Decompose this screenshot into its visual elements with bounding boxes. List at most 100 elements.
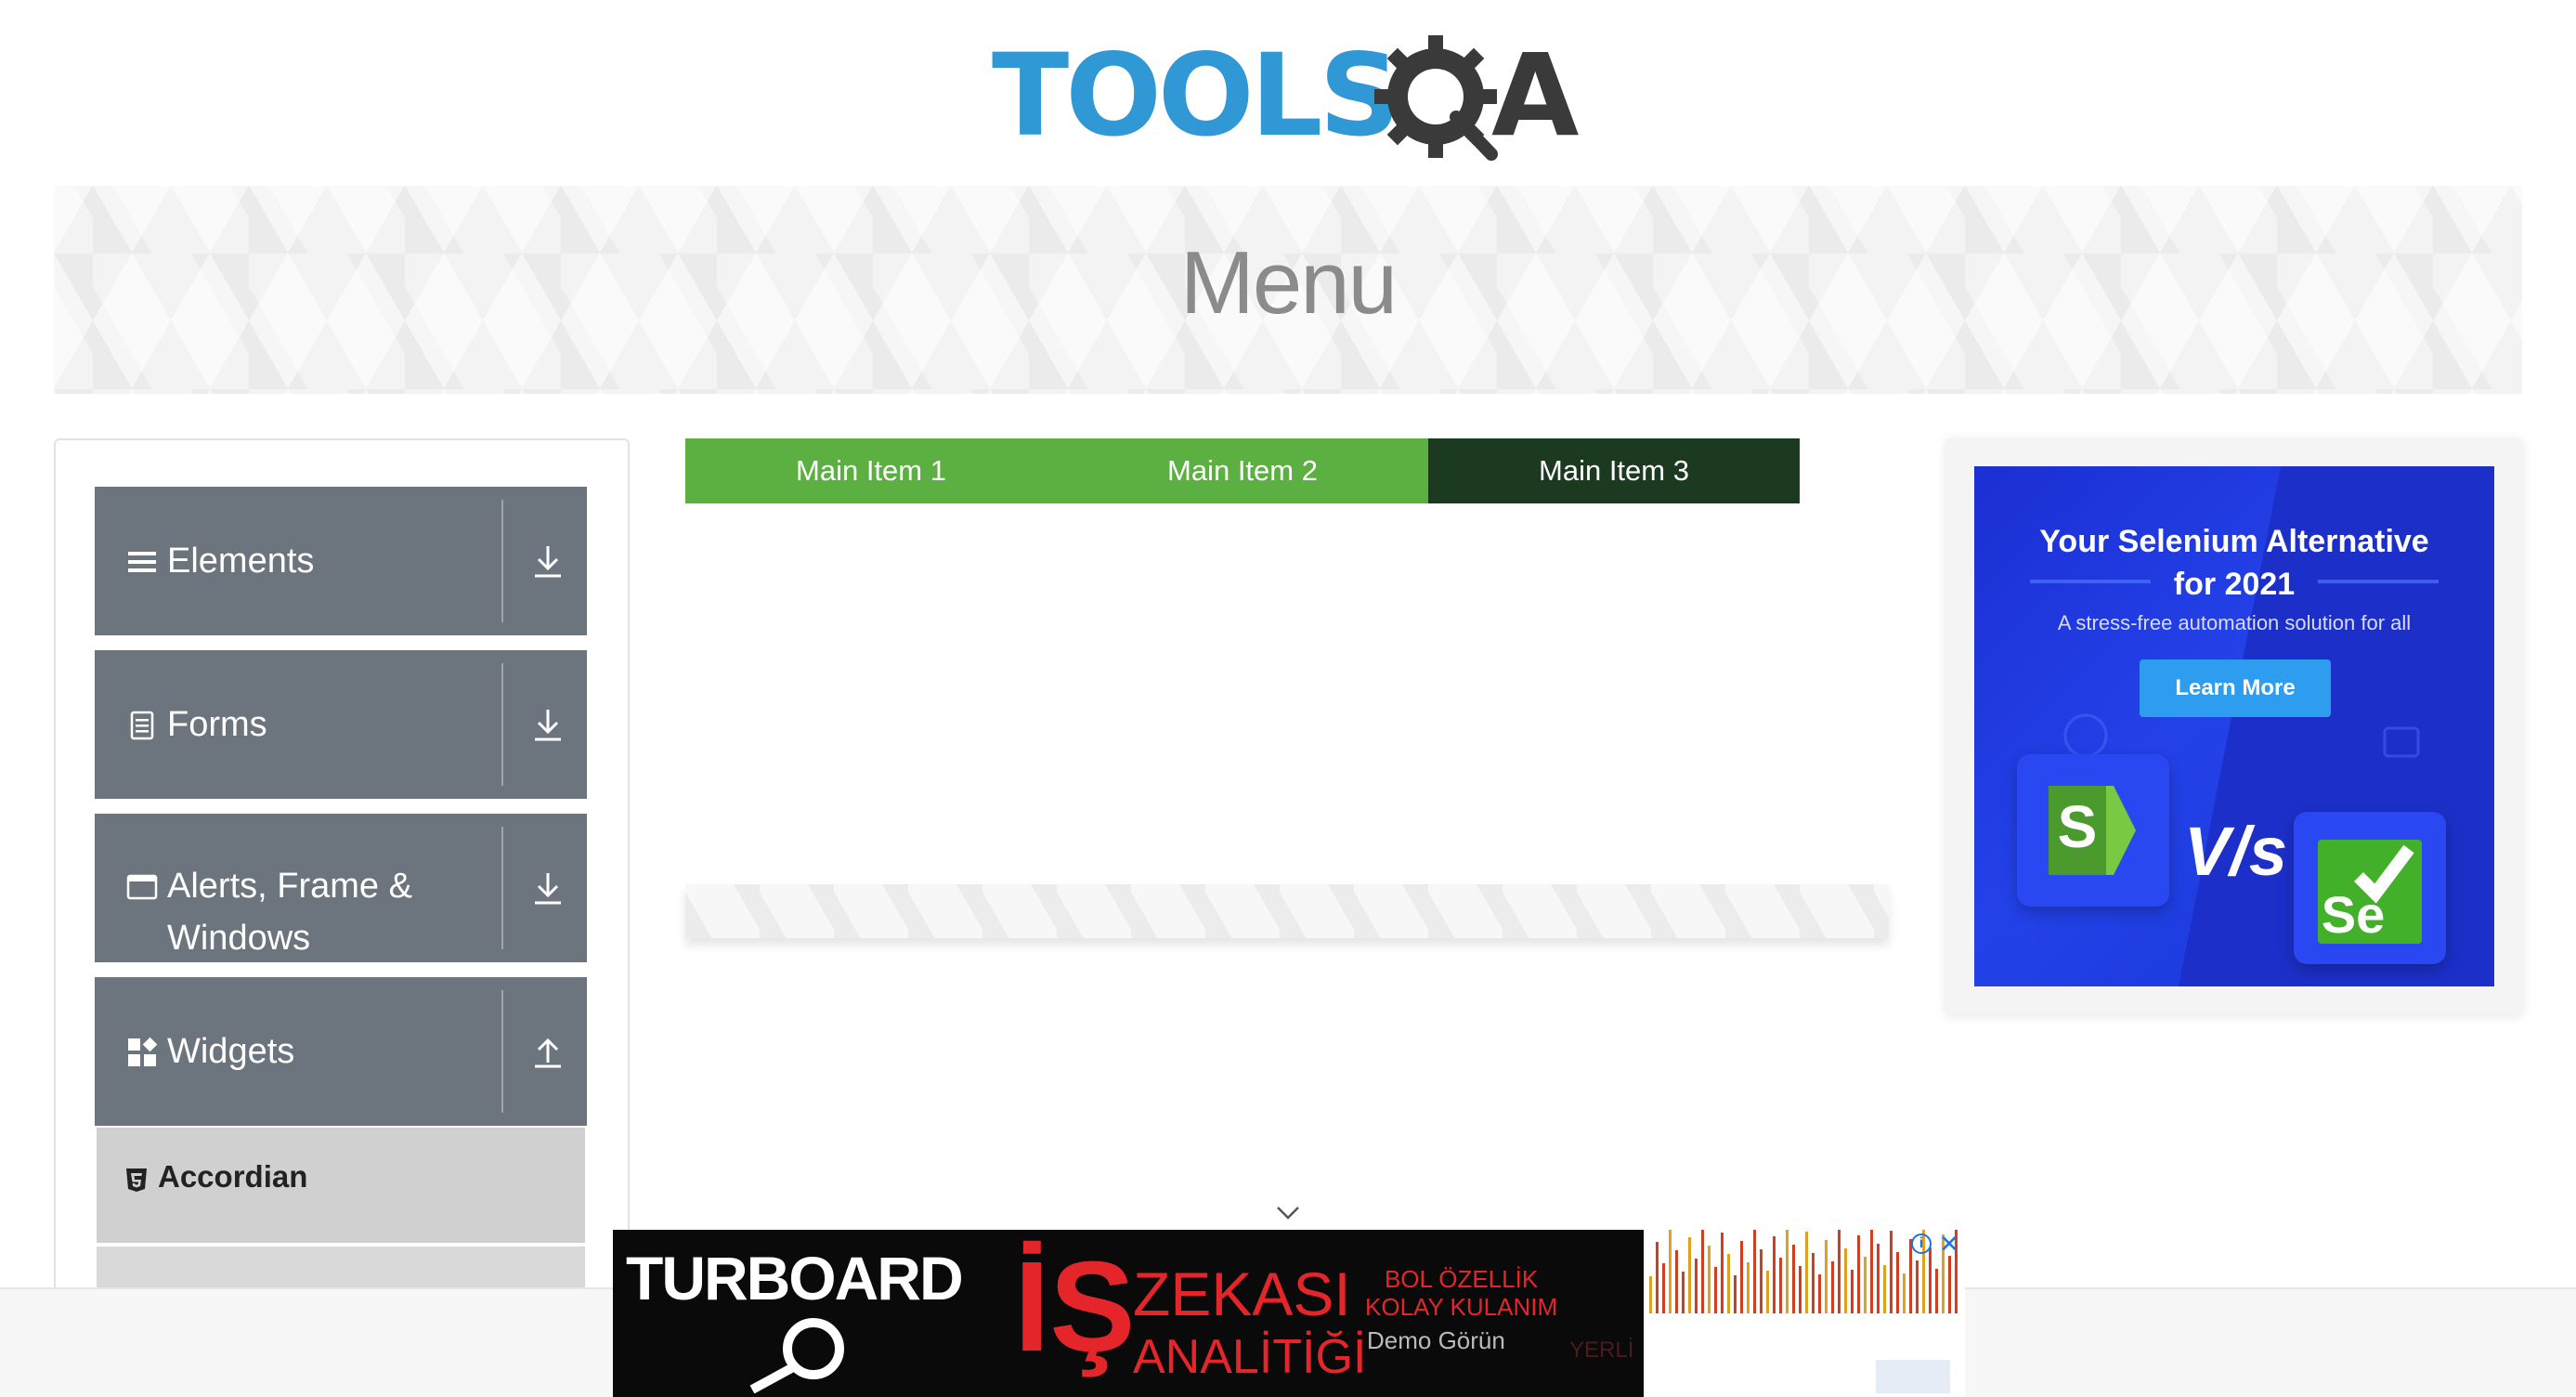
selenium-alternative-ad[interactable]: Your Selenium Alternative for 2021 A str…	[1974, 466, 2494, 986]
turboard-ad[interactable]: TURBOARD İŞ ZEKASI ANALİTİĞİ BOL ÖZELLİK…	[613, 1230, 1965, 1397]
ad-thumbnail-bar	[1948, 1256, 1951, 1313]
katalon-logo-tile: S	[2017, 754, 2169, 907]
document-icon	[130, 711, 154, 740]
divider	[501, 827, 503, 949]
menu-item-2[interactable]: Main Item 2	[1057, 438, 1428, 503]
ad-thumbnail-bar	[1773, 1236, 1776, 1313]
ad-headline-line1: Your Selenium Alternative	[2039, 524, 2429, 559]
ad-thumbnail-bar	[1896, 1252, 1899, 1313]
upload-arrow-icon[interactable]	[527, 1031, 568, 1072]
ad-thumbnail-bar	[1656, 1242, 1659, 1313]
ad-brand: TURBOARD	[626, 1244, 964, 1312]
ad-bar-chart-image	[1649, 1230, 1958, 1393]
ad-chart-thumbnail	[1644, 1230, 1965, 1397]
ad-subtitle: A stress-free automation solution for al…	[2057, 611, 2412, 634]
ad-thumbnail-bar	[1883, 1265, 1886, 1313]
sidebar-item-label: Accordian	[158, 1159, 308, 1194]
ad-thumbnail-bar	[1812, 1253, 1815, 1313]
download-arrow-icon[interactable]	[527, 704, 568, 745]
ad-thumbnail-bar	[1662, 1263, 1665, 1313]
ad-thumbnail-bar	[1799, 1266, 1802, 1313]
ad-thumbnail-bar	[1721, 1233, 1724, 1313]
ad-thumbnail-bar	[1909, 1239, 1912, 1313]
html5-icon	[126, 1169, 147, 1192]
widgets-icon	[128, 1037, 158, 1066]
toolsqa-logo[interactable]: TOOLS A	[992, 26, 1592, 171]
ad-headline: Your Selenium Alternative for 2021	[1974, 520, 2494, 606]
ad-thumbnail-bar	[1766, 1271, 1769, 1313]
left-sidebar: Elements Forms Alerts, Frame & Windows W…	[54, 438, 630, 1293]
sidebar-group-alerts[interactable]: Alerts, Frame & Windows	[95, 814, 587, 962]
sidebar-group-label: Elements	[167, 542, 315, 581]
ad-thumbnail-bar	[1929, 1247, 1932, 1313]
versus-label: V/s	[2184, 813, 2288, 890]
learn-more-button[interactable]: Learn More	[2140, 659, 2331, 717]
ad-thumbnail-bar	[1805, 1232, 1808, 1313]
selenium-logo-icon: Se	[2318, 840, 2422, 944]
sidebar-group-label: Forms	[167, 705, 267, 744]
divider	[501, 990, 503, 1113]
ad-demo-link[interactable]: Demo Görün	[1367, 1326, 1505, 1355]
ad-features: BOL ÖZELLİK KOLAY KULANIM	[1365, 1265, 1557, 1321]
ad-thumbnail-bar	[1786, 1230, 1789, 1313]
ad-thumbnail-bar	[1864, 1257, 1867, 1313]
ad-analitigi: ANALİTİĞİ	[1133, 1330, 1367, 1384]
ad-thumbnail-bar	[1708, 1246, 1711, 1313]
ad-feature-1: BOL ÖZELLİK	[1384, 1265, 1539, 1293]
ad-thumbnail-bar	[1675, 1250, 1678, 1313]
ad-thumbnail-bar	[1831, 1261, 1834, 1313]
ad-thumbnail-bar	[1649, 1276, 1652, 1313]
sidebar-group-label: Widgets	[167, 1032, 295, 1071]
ad-thumbnail-bar	[1714, 1267, 1717, 1313]
sidebar-group-elements[interactable]: Elements	[95, 487, 587, 635]
sidebar-item-next[interactable]	[97, 1247, 585, 1293]
ad-zekasi-block: ZEKASI ANALİTİĞİ	[1133, 1263, 1367, 1386]
ad-thumbnail-bar	[1851, 1270, 1854, 1313]
hamburger-icon	[128, 552, 156, 572]
ad-thumbnail-bar	[1682, 1272, 1685, 1313]
ad-feature-2: KOLAY KULANIM	[1365, 1293, 1558, 1321]
sidebar-group-widgets[interactable]: Widgets	[95, 977, 587, 1126]
ad-thumbnail-bar	[1792, 1245, 1795, 1313]
ad-thumbnail-bar	[1695, 1259, 1698, 1313]
ad-zekasi: ZEKASI	[1133, 1260, 1351, 1328]
chevron-down-icon[interactable]	[1274, 1198, 1302, 1226]
ad-close-icon[interactable]: ✕	[1937, 1232, 1961, 1256]
download-arrow-icon[interactable]	[527, 541, 568, 581]
ad-is-word: İŞ	[1014, 1235, 1136, 1378]
ad-thumbnail-bar	[1747, 1262, 1750, 1313]
menu-item-3[interactable]: Main Item 3	[1428, 438, 1800, 503]
ad-thumbnail-bar	[1740, 1241, 1743, 1313]
divider	[501, 500, 503, 622]
page-title: Menu	[1179, 233, 1398, 333]
magnifier-icon	[749, 1318, 844, 1393]
ad-thumbnail-bar	[1688, 1237, 1691, 1313]
ad-thumbnail-bar	[1818, 1274, 1821, 1313]
ad-thumbnail-bar	[1753, 1230, 1756, 1313]
content-footer-strip	[685, 884, 1889, 938]
ad-thumbnail-bar	[1916, 1260, 1919, 1313]
divider	[501, 663, 503, 786]
window-icon	[126, 874, 158, 900]
right-ad-frame: Your Selenium Alternative for 2021 A str…	[1946, 438, 2522, 1014]
ad-thumbnail-panel	[1876, 1360, 1950, 1393]
ad-info-icon[interactable]: i	[1911, 1234, 1932, 1254]
ad-thumbnail-bar	[1844, 1248, 1847, 1313]
ad-thumbnail-bar	[1701, 1230, 1704, 1313]
logo-letter: A	[1491, 30, 1580, 162]
sidebar-item-accordian[interactable]: Accordian	[97, 1128, 585, 1243]
ad-thumbnail-bar	[1935, 1269, 1938, 1313]
ad-thumbnail-bar	[1760, 1249, 1763, 1313]
katalon-logo-icon: S	[2049, 786, 2136, 875]
download-arrow-icon[interactable]	[527, 868, 568, 908]
sidebar-group-label: Alerts, Frame &	[167, 867, 412, 906]
menu-item-1[interactable]: Main Item 1	[685, 438, 1057, 503]
logo-word: TOOLS	[992, 30, 1400, 162]
sidebar-group-forms[interactable]: Forms	[95, 650, 587, 799]
ad-thumbnail-bar	[1903, 1273, 1906, 1313]
ad-thumbnail-bar	[1877, 1244, 1880, 1313]
ad-yerli: YERLİ	[1569, 1338, 1634, 1363]
selenium-letters: Se	[2322, 885, 2386, 944]
ad-thumbnail-bar	[1825, 1240, 1828, 1313]
ad-thumbnail-bar	[1838, 1230, 1841, 1313]
